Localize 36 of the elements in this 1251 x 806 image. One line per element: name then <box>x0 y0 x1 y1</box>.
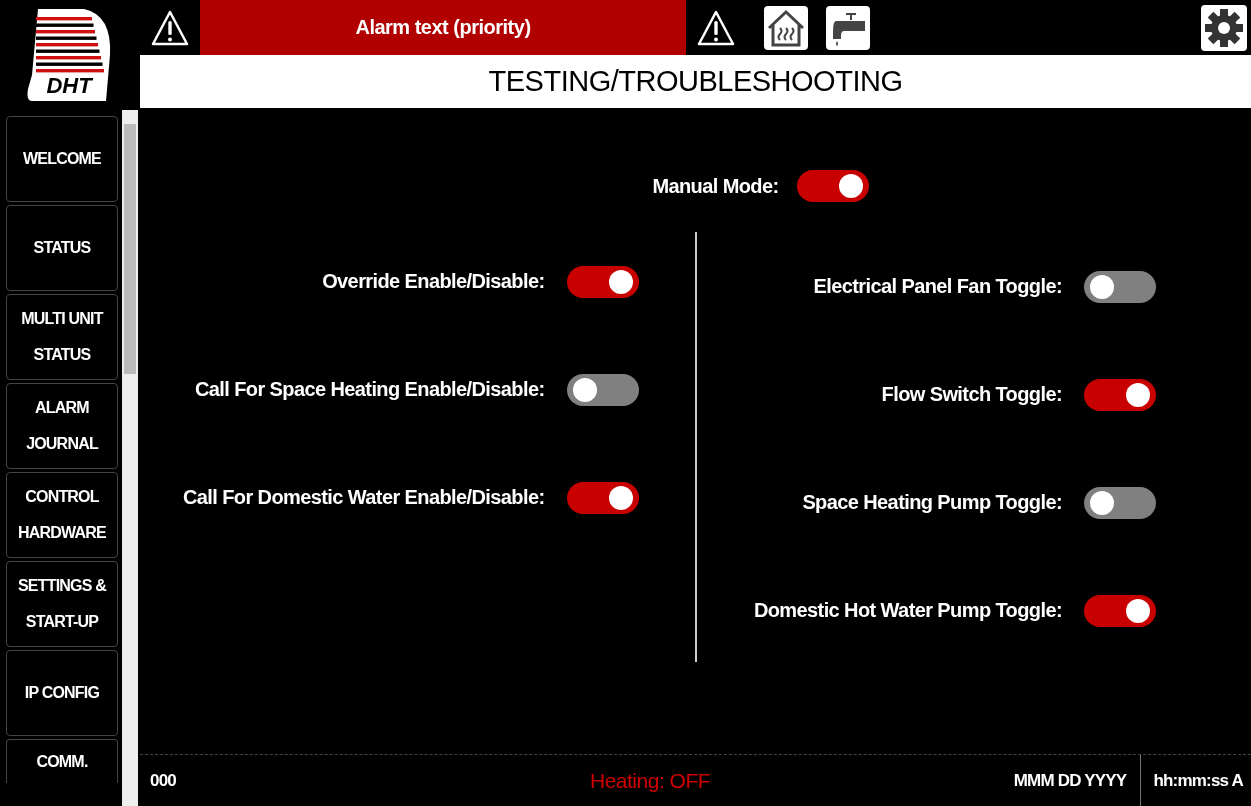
toggle-switch[interactable] <box>566 265 639 298</box>
toggle-label: Manual Mode: <box>652 174 779 198</box>
toggle-switch[interactable] <box>1084 594 1156 627</box>
toggle-label: Override Enable/Disable: <box>322 270 545 293</box>
nav-button[interactable]: STATUS <box>6 205 118 291</box>
time-text: hh:mm:ss A <box>1140 755 1251 806</box>
nav-button[interactable]: MULTI UNIT STATUS <box>6 294 118 380</box>
date-text: MMM DD YYYY <box>1013 770 1128 791</box>
faucet-icon[interactable] <box>826 5 870 50</box>
nav-button[interactable]: SETTINGS & START-UP <box>6 561 118 647</box>
page-title: TESTING/TROUBLESHOOTING <box>140 55 1251 108</box>
nav-button[interactable]: ALARM JOURNAL <box>6 383 118 469</box>
warning-icon <box>696 8 736 47</box>
nav-button[interactable]: CONTROL HARDWARE <box>6 472 118 558</box>
toggle-label: Electrical Panel Fan Toggle: <box>813 275 1062 298</box>
toggle-label: Space Heating Pump Toggle: <box>802 491 1062 514</box>
scrollbar[interactable] <box>122 110 138 806</box>
toggle-label: Call For Domestic Water Enable/Disable: <box>183 486 545 509</box>
toggle-switch[interactable] <box>1084 378 1156 411</box>
toggle-label: Call For Space Heating Enable/Disable: <box>194 378 545 401</box>
toggle-switch[interactable] <box>796 170 869 202</box>
toggle-switch[interactable] <box>566 373 639 406</box>
nav-button[interactable]: WELCOME <box>6 116 118 202</box>
warning-icon <box>150 8 190 47</box>
toggle-switch[interactable] <box>1084 270 1156 303</box>
status-code: 000 <box>149 770 177 791</box>
nav-button[interactable]: IP CONFIG <box>6 650 118 736</box>
house-heating-icon[interactable] <box>764 5 808 50</box>
toggle-switch[interactable] <box>1084 486 1156 519</box>
toggle-switch[interactable] <box>566 481 639 514</box>
nav-button[interactable]: COMM. <box>6 739 118 783</box>
settings-icon[interactable] <box>1201 4 1247 51</box>
toggle-label: Flow Switch Toggle: <box>881 383 1062 406</box>
heating-status: Heating: OFF <box>590 768 712 793</box>
toggle-label: Domestic Hot Water Pump Toggle: <box>753 599 1062 622</box>
alarm-banner: Alarm text (priority) <box>200 0 686 55</box>
